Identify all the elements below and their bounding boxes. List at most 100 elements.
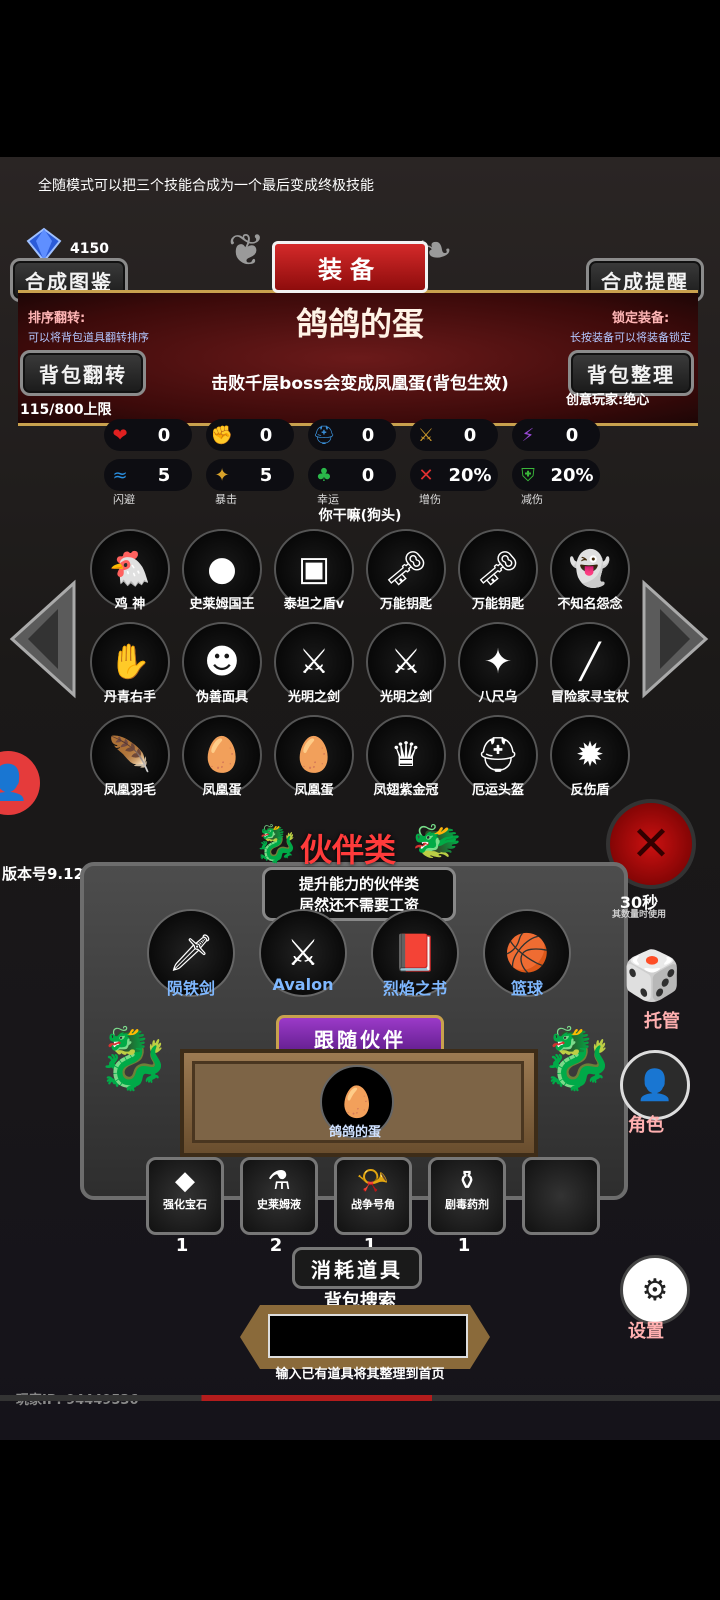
consumable-label: 剧毒药剂 bbox=[445, 1198, 489, 1211]
stats-row-2: ≈5 闪避 ✦ 5 暴击 ♣ 0 幸运 ✕ 20% 增伤 ⛨ 20% 减伤 bbox=[104, 459, 600, 507]
partner-label: Avalon bbox=[272, 975, 334, 994]
set-name: 你干嘛(狗头) bbox=[318, 508, 402, 524]
potion-icon: ⚗ bbox=[267, 1166, 291, 1196]
inventory-slot[interactable]: ☻ 伪善面具 bbox=[176, 622, 268, 705]
consumable-slot[interactable]: ◆ 强化宝石 1 bbox=[146, 1157, 224, 1256]
partner-label: 篮球 bbox=[510, 979, 543, 998]
consumable-box: ⚱ 剧毒药剂 bbox=[428, 1157, 506, 1235]
strength-icon: ✊ bbox=[210, 424, 234, 446]
stat-pill: ✊ 0 bbox=[206, 419, 294, 451]
consumable-slot[interactable]: ⚗ 史莱姆液 2 bbox=[240, 1157, 318, 1256]
inventory-label: 凤凰蛋 bbox=[202, 783, 242, 798]
settings-button[interactable]: ⚙ bbox=[620, 1255, 690, 1325]
inventory-slot[interactable]: 👻 不知名怨念 bbox=[544, 529, 636, 612]
inventory-slot[interactable]: 🥚 凤凰蛋 bbox=[176, 715, 268, 798]
consumable-box: ⚗ 史莱姆液 bbox=[240, 1157, 318, 1235]
inventory-slot[interactable]: ⛑ 厄运头盔 bbox=[452, 715, 544, 798]
bag-capacity: 115/800上限 bbox=[20, 402, 112, 418]
consumables-title: 消耗道具 bbox=[292, 1247, 422, 1289]
inventory-label: 万能钥匙 bbox=[471, 597, 524, 612]
sword-icon: ⚔ bbox=[417, 424, 435, 446]
inventory-slot[interactable]: 🐔 鸡 神 bbox=[84, 529, 176, 612]
close-icon: ✕ bbox=[630, 816, 672, 872]
inventory-slot[interactable]: ♛ 凤翅紫金冠 bbox=[360, 715, 452, 798]
dragon-gold-icon: 🐲 bbox=[412, 818, 462, 864]
inventory-slot[interactable]: ● 史莱姆国王 bbox=[176, 529, 268, 612]
partner-slot[interactable]: ⚔ Avalon bbox=[248, 909, 358, 999]
user-avatar-icon[interactable]: 👤 bbox=[0, 751, 40, 815]
timer-box: 30秒 其数量时使用 bbox=[612, 895, 666, 920]
follow-partner-label: 鸽鸽的蛋 bbox=[328, 1125, 381, 1140]
consumable-slot[interactable]: 📯 战争号角 1 bbox=[334, 1157, 412, 1256]
character-label: 角色 bbox=[628, 1115, 664, 1136]
wyvern-right-icon: 🐉 bbox=[540, 1024, 615, 1094]
inventory-slot[interactable]: ✦ 八尺乌 bbox=[452, 622, 544, 705]
next-page-arrow-icon[interactable] bbox=[640, 579, 710, 699]
stats-row-1: ❤ 0 ✊ 0 ⛑ 0 ⚔ 0 ⚡ 0 bbox=[104, 419, 600, 451]
hooded-figure-icon: 👤 bbox=[636, 1067, 674, 1103]
helmet-icon: ⛑ bbox=[312, 424, 336, 446]
inventory-slot[interactable]: ✹ 反伤盾 bbox=[544, 715, 636, 798]
inventory-label: 冒险家寻宝杖 bbox=[550, 690, 629, 705]
inventory-label: 伪善面具 bbox=[195, 690, 248, 705]
stat-pill: ⚔ 0 bbox=[410, 419, 498, 451]
character-button[interactable]: 👤 bbox=[620, 1050, 690, 1120]
stat-value: 20% bbox=[448, 464, 492, 486]
consumable-box: ◆ 强化宝石 bbox=[146, 1157, 224, 1235]
settings-label: 设置 bbox=[628, 1321, 664, 1342]
stat-value: 0 bbox=[157, 424, 171, 446]
inventory-label: 万能钥匙 bbox=[379, 597, 432, 612]
gem-icon: ◆ bbox=[175, 1166, 195, 1196]
damage-icon: ✕ bbox=[418, 464, 434, 486]
dice-icon[interactable]: 🎲 bbox=[622, 947, 682, 1004]
inventory-slot[interactable]: 🪶 凤凰羽毛 bbox=[84, 715, 176, 798]
inventory-label: 光明之剑 bbox=[379, 690, 432, 705]
inventory-slot[interactable]: ▣ 泰坦之盾v bbox=[268, 529, 360, 612]
inventory-slot[interactable]: 🗝 万能钥匙 bbox=[360, 529, 452, 612]
consumable-slot[interactable]: ⚱ 剧毒药剂 1 bbox=[428, 1157, 506, 1256]
empty-consumable-slot[interactable] bbox=[522, 1157, 600, 1235]
game-screen: 全随模式可以把三个技能合成为一个最后变成终极技能 4150 合成图鉴 合成提醒 … bbox=[0, 157, 720, 1440]
inventory-grid: 🐔 鸡 神 ● 史莱姆国王 ▣ 泰坦之盾v 🗝 万能钥匙 🗝 万能钥匙 👻 不知名怨念 ✋ 丹青右手 ☻ 伪善… bbox=[84, 529, 644, 798]
shield-icon: ⛨ bbox=[521, 464, 535, 486]
inventory-label: 八尺乌 bbox=[478, 690, 518, 705]
partner-title: 伙伴类 bbox=[300, 831, 397, 869]
stat-dodge: ≈5 闪避 bbox=[104, 459, 192, 507]
inventory-slot[interactable]: ⚔ 光明之剑 bbox=[268, 622, 360, 705]
dodge-icon: ≈ bbox=[112, 464, 128, 486]
inventory-slot[interactable]: ⚔ 光明之剑 bbox=[360, 622, 452, 705]
creative-player: 创意玩家:绝心 bbox=[566, 393, 650, 408]
inventory-slot[interactable]: 🥚 凤凰蛋 bbox=[268, 715, 360, 798]
search-hint: 输入已有道具将其整理到首页 bbox=[275, 1367, 445, 1382]
timer-hint: 其数量时使用 bbox=[612, 910, 667, 920]
top-tip: 全随模式可以把三个技能合成为一个最后变成终极技能 bbox=[38, 178, 374, 194]
stat-damage-up: ✕ 20% 增伤 bbox=[410, 459, 498, 507]
search-input[interactable] bbox=[268, 1314, 468, 1358]
inventory-label: 不知名怨念 bbox=[557, 597, 623, 612]
partner-slot[interactable]: 📕 烈焰之书 bbox=[360, 909, 470, 999]
inventory-label: 泰坦之盾v bbox=[283, 597, 345, 612]
partner-items: 🗡 陨铁剑 ⚔ Avalon 📕 烈焰之书 🏀 篮球 bbox=[136, 909, 582, 999]
partner-desc-line1: 提升能力的伙伴类 bbox=[298, 875, 419, 893]
inventory-label: 凤凰羽毛 bbox=[103, 783, 156, 798]
inventory-slot[interactable]: ✋ 丹青右手 bbox=[84, 622, 176, 705]
partner-slot[interactable]: 🏀 篮球 bbox=[472, 909, 582, 999]
inventory-label: 丹青右手 bbox=[103, 690, 156, 705]
inventory-label: 史莱姆国王 bbox=[189, 597, 255, 612]
manage-label[interactable]: 托管 bbox=[644, 1007, 680, 1033]
stat-value: 0 bbox=[565, 424, 579, 446]
partner-slot[interactable]: 🗡 陨铁剑 bbox=[136, 909, 246, 999]
consumable-label: 战争号角 bbox=[351, 1198, 395, 1211]
inventory-label: 光明之剑 bbox=[287, 690, 340, 705]
crit-icon: ✦ bbox=[214, 464, 230, 486]
inventory-slot[interactable]: ╱ 冒险家寻宝杖 bbox=[544, 622, 636, 705]
consumable-label: 强化宝石 bbox=[163, 1198, 207, 1211]
inventory-label: 凤翅紫金冠 bbox=[373, 783, 439, 798]
inventory-slot[interactable]: 🗝 万能钥匙 bbox=[452, 529, 544, 612]
stat-value: 5 bbox=[157, 464, 171, 486]
stat-pill: ❤ 0 bbox=[104, 419, 192, 451]
partner-label: 陨铁剑 bbox=[166, 979, 215, 998]
page-title: 装备 bbox=[272, 241, 428, 293]
stat-value: 0 bbox=[361, 424, 375, 446]
prev-page-arrow-icon[interactable] bbox=[8, 579, 78, 699]
